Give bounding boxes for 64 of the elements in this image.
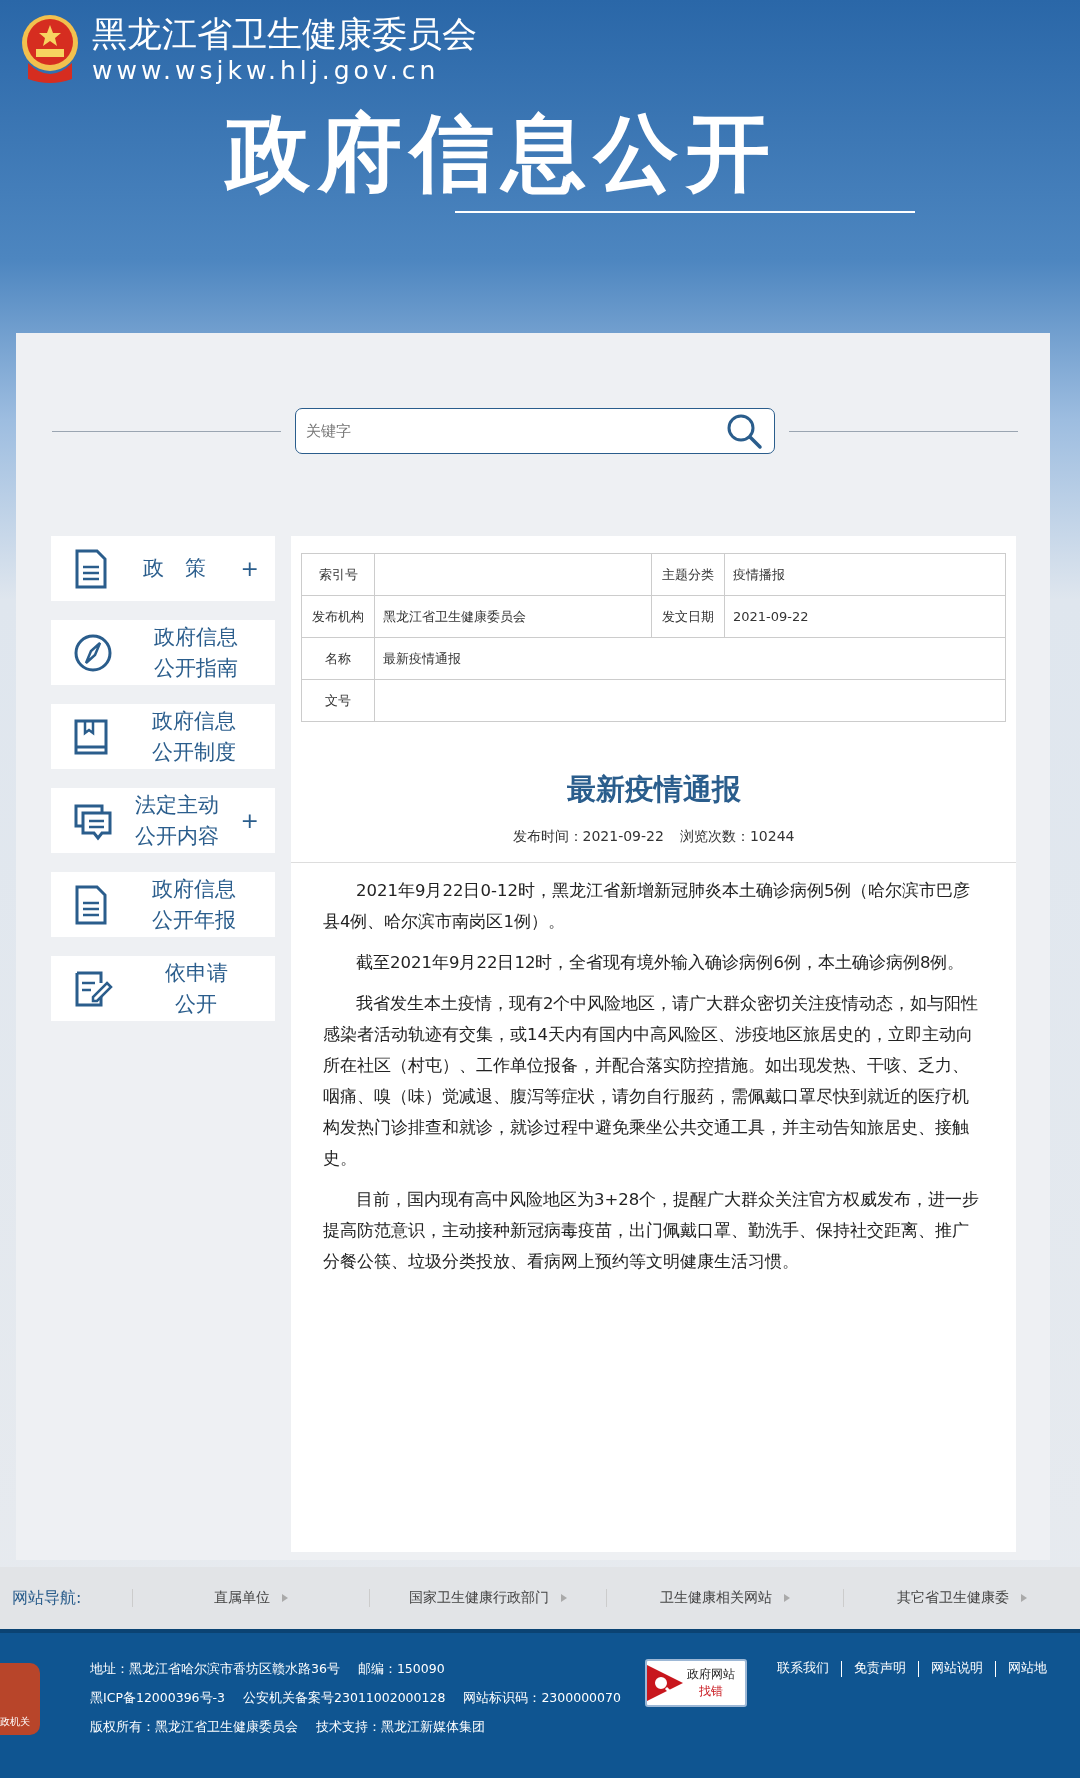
article-paragraph: 我省发生本土疫情，现有2个中风险地区，请广大群众密切关注疫情动态，如与阳性感染者活动轨迹有交集，或14天内有国内中高风险区、涉疫地区旅居史的，立即主动向所在社区（村屯）、工作单位报备，并配合落实防控措施。如出现发热、干咳、乏力、咽痛、嗅（味）觉减退、腹泻等症状，请勿自行服药，需佩戴口罩尽快到就近的医疗机构发热门诊排查和就诊，就诊过程中避免乘坐公共交通工具，并主动告知旅居史、接触史。 [323, 993, 980, 1170]
table-cell: 疫情播报 [733, 566, 785, 582]
sidebar-label: 政府信息 公开制度 [151, 707, 237, 766]
table-cell: 2021-09-22 [733, 609, 809, 624]
report-label: 找错 [698, 1683, 723, 1700]
footer-text: 网站标识码：2300000070 [463, 1690, 621, 1707]
table-cell: 发文日期 [651, 595, 725, 638]
article-paragraph: 2021年9月22日0-12时，黑龙江省新增新冠肺炎本土确诊病例5例（哈尔滨市巴彦县4例、哈尔滨市南岗区1例）。 [323, 880, 972, 933]
document-icon [73, 884, 109, 925]
article-title: 最新疫情通报 [565, 771, 742, 808]
footer-text: 版权所有：黑龙江省卫生健康委员会 [90, 1719, 298, 1736]
article-paragraph: 截至2021年9月22日12时，全省现有境外输入确诊病例6例，本土确诊病例8例。 [355, 952, 966, 974]
caret-icon[interactable] [1021, 1594, 1027, 1602]
sidebar-label: 法定主动 公开内容 [133, 791, 220, 850]
footer-text: 黑ICP备12000396号-3 [90, 1690, 226, 1707]
table-cell: 发布机构 [301, 595, 375, 638]
nav-label: 网站导航: [12, 1587, 83, 1609]
table-cell: 最新疫情通报 [383, 650, 461, 666]
report-label: 政府网站 [686, 1666, 735, 1683]
sidebar-label: 政 策 [142, 555, 208, 582]
view-count: 浏览次数：10244 [679, 828, 795, 846]
site-url: www.wsjkw.hlj.gov.cn [92, 56, 441, 85]
search-icon[interactable] [725, 412, 763, 450]
sidebar-item[interactable]: 政 策 + [51, 536, 275, 601]
caret-icon[interactable] [561, 1594, 567, 1602]
nav-link[interactable]: 卫生健康相关网站 [660, 1589, 772, 1607]
sidebar-item[interactable]: 依申请 公开 [51, 956, 275, 1021]
document-icon [73, 548, 109, 589]
footer-link[interactable]: 免责声明 [840, 1661, 918, 1677]
banner-title: 政府信息公开 [226, 103, 779, 203]
table-cell: 索引号 [301, 553, 375, 596]
footer-text: 邮编：150090 [357, 1661, 445, 1678]
expand-toggle[interactable]: + [240, 556, 259, 581]
table-cell: 文号 [301, 679, 375, 722]
nav-link[interactable]: 国家卫生健康行政部门 [409, 1589, 549, 1607]
footer-text: 地址：黑龙江省哈尔滨市香坊区赣水路36号 [90, 1661, 340, 1678]
caret-icon[interactable] [784, 1594, 790, 1602]
footer-link[interactable]: 网站地 [994, 1661, 1059, 1677]
sidebar-item[interactable]: 政府信息 公开指南 [51, 620, 275, 685]
nav-link[interactable]: 直属单位 [214, 1589, 270, 1607]
table-cell: 主题分类 [651, 553, 725, 596]
nav-link[interactable]: 其它省卫生健康委 [897, 1589, 1009, 1607]
sidebar-label: 政府信息 公开年报 [151, 875, 237, 934]
footer-text: 公安机关备案号23011002000128 [243, 1690, 446, 1707]
table-cell: 名称 [301, 637, 375, 680]
expand-toggle[interactable]: + [240, 808, 259, 833]
sidebar-item[interactable]: 政府信息 公开年报 [51, 872, 275, 937]
publish-time: 发布时间：2021-09-22 [512, 828, 664, 846]
sidebar-label: 政府信息 公开指南 [153, 623, 239, 682]
footer-link[interactable]: 联系我们 [776, 1661, 841, 1677]
site-title: 黑龙江省卫生健康委员会 [92, 13, 477, 56]
footer-text: 技术支持：黑龙江新媒体集团 [316, 1719, 485, 1736]
footer-link[interactable]: 网站说明 [917, 1661, 995, 1677]
caret-icon[interactable] [282, 1594, 288, 1602]
article-paragraph: 目前，国内现有高中风险地区为3+28个，提醒广大群众关注官方权威发布，进一步提高防范意识，主动接种新冠病毒疫苗，出门佩戴口罩、勤洗手、保持社交距离、推广分餐公筷、垃圾分类投放、看病网上预约等文明健康生活习惯。 [323, 1189, 981, 1273]
sidebar-label: 依申请 公开 [163, 959, 229, 1018]
sidebar-item[interactable]: 政府信息 公开制度 [51, 704, 275, 769]
table-cell: 黑龙江省卫生健康委员会 [383, 608, 526, 624]
compass-icon [73, 632, 113, 673]
badge-text: 政机关 [0, 1715, 30, 1729]
sidebar-item[interactable]: 法定主动 公开内容 + [51, 788, 275, 853]
report-error-badge[interactable]: 政府网站 找错 [644, 1659, 747, 1707]
search-field[interactable]: 关键字 [295, 408, 775, 454]
emblem-icon [20, 12, 80, 85]
